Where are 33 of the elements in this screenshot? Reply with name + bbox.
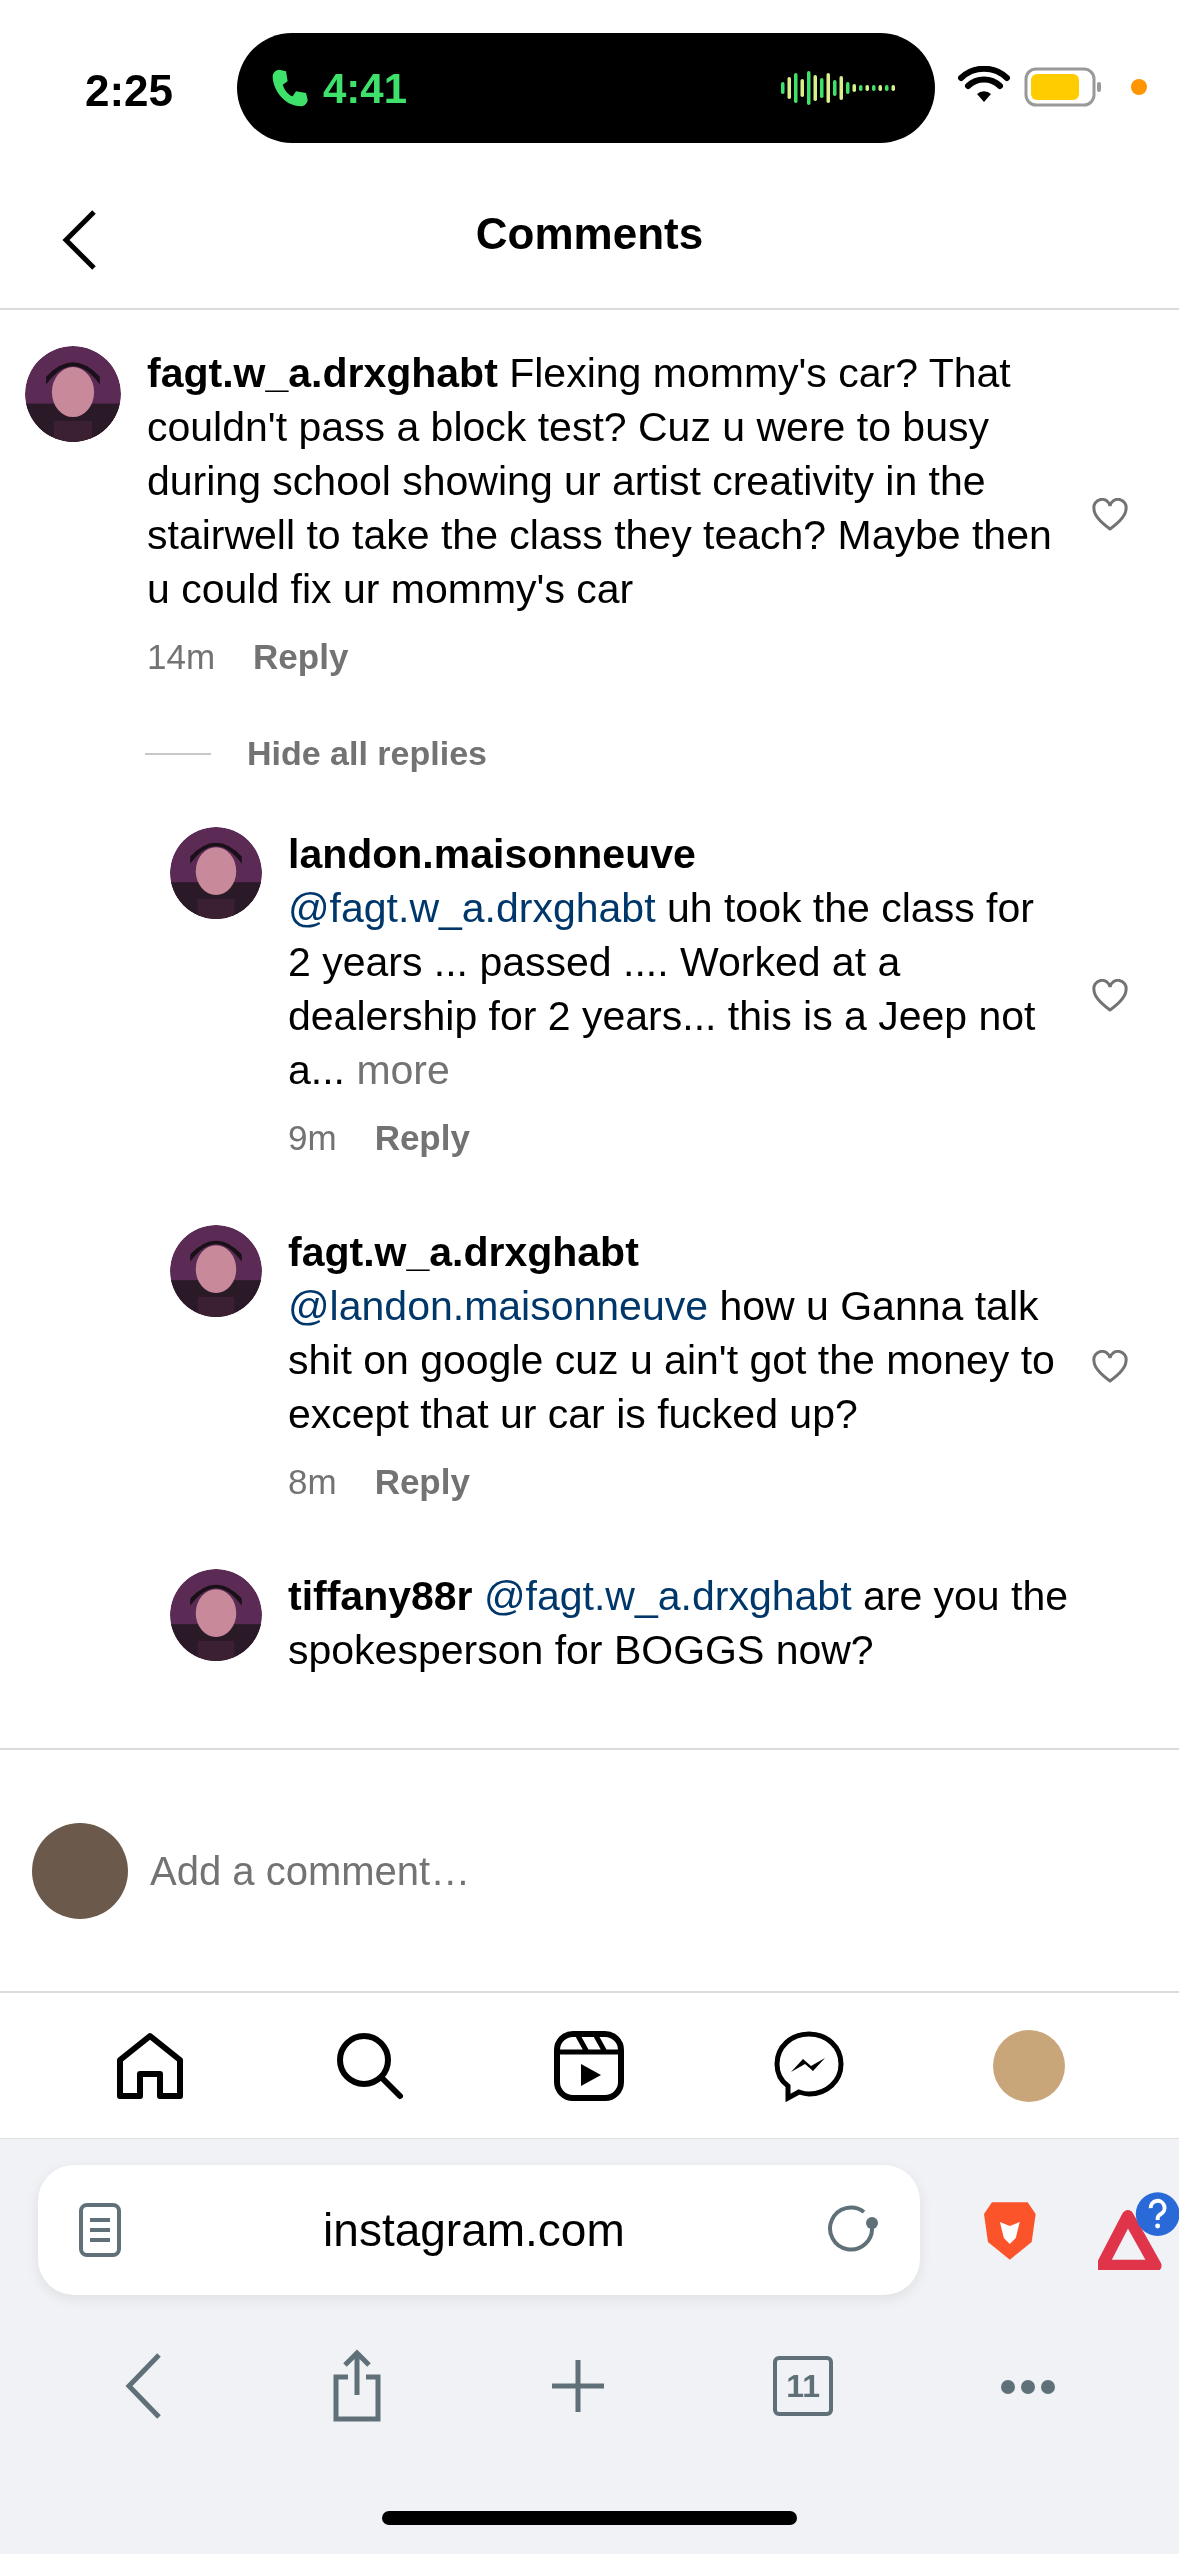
messenger-icon[interactable] bbox=[773, 2029, 846, 2102]
address-bar[interactable]: instagram.com bbox=[38, 2165, 920, 2295]
comment-time: 8m bbox=[288, 1461, 337, 1503]
url-text: instagram.com bbox=[322, 2202, 626, 2258]
recording-dot-icon bbox=[1131, 79, 1147, 95]
comment-text: fagt.w_a.drxghabt Flexing mommy's car? That couldn't pass a block test? Cuz u were to busy during school showing ur artist creativity in the stairwell to take the class they teach? Maybe then u could fix ur mommy's car bbox=[147, 349, 1053, 614]
page-title: Comments bbox=[475, 208, 704, 260]
video-clip-icon[interactable] bbox=[553, 2029, 626, 2102]
heart-icon[interactable] bbox=[1091, 979, 1129, 1013]
back-icon[interactable] bbox=[123, 2351, 164, 2421]
comment-text: tiffany88r @fagt.w_a.drxghabt are you the spokesperson for BOGGS now? bbox=[288, 1572, 1070, 1675]
document-icon bbox=[78, 2202, 122, 2258]
heart-icon[interactable] bbox=[1091, 1350, 1129, 1384]
wifi-icon bbox=[958, 66, 1010, 104]
comment-text: @landon.maisonneuve how u Ganna talk shit on google cuz u ain't got the money to except that ur car is fucked up? bbox=[288, 1282, 1056, 1439]
reply-link[interactable]: Reply bbox=[374, 1111, 470, 1165]
reply-link[interactable]: Reply bbox=[374, 1455, 470, 1509]
comment-time: 9m bbox=[288, 1117, 337, 1159]
comment-time: 14m bbox=[147, 636, 216, 678]
comment-text: @fagt.w_a.drxghabt uh took the class for 2 years ... passed .... Worked at a dealership for 2 years... this is a Jeep not a... more bbox=[288, 884, 1037, 1095]
triangle-badge-icon[interactable] bbox=[1097, 2190, 1179, 2270]
heart-icon[interactable] bbox=[1091, 498, 1129, 532]
comment-input-field[interactable]: Add a comment… bbox=[148, 1839, 1179, 1902]
username[interactable]: landon.maisonneuve bbox=[288, 827, 1065, 881]
call-indicator[interactable]: 4:41 bbox=[237, 33, 935, 143]
hide-replies-link[interactable]: Hide all replies bbox=[247, 728, 487, 779]
clock-time: 2:25 bbox=[85, 65, 174, 117]
reply-link[interactable]: Reply bbox=[253, 630, 349, 684]
tabs-button[interactable]: 11 bbox=[773, 2356, 834, 2416]
plus-icon[interactable] bbox=[550, 2358, 607, 2414]
battery-icon bbox=[1024, 67, 1104, 107]
call-timer: 4:41 bbox=[323, 63, 408, 114]
username[interactable]: fagt.w_a.drxghabt bbox=[288, 1225, 1065, 1279]
